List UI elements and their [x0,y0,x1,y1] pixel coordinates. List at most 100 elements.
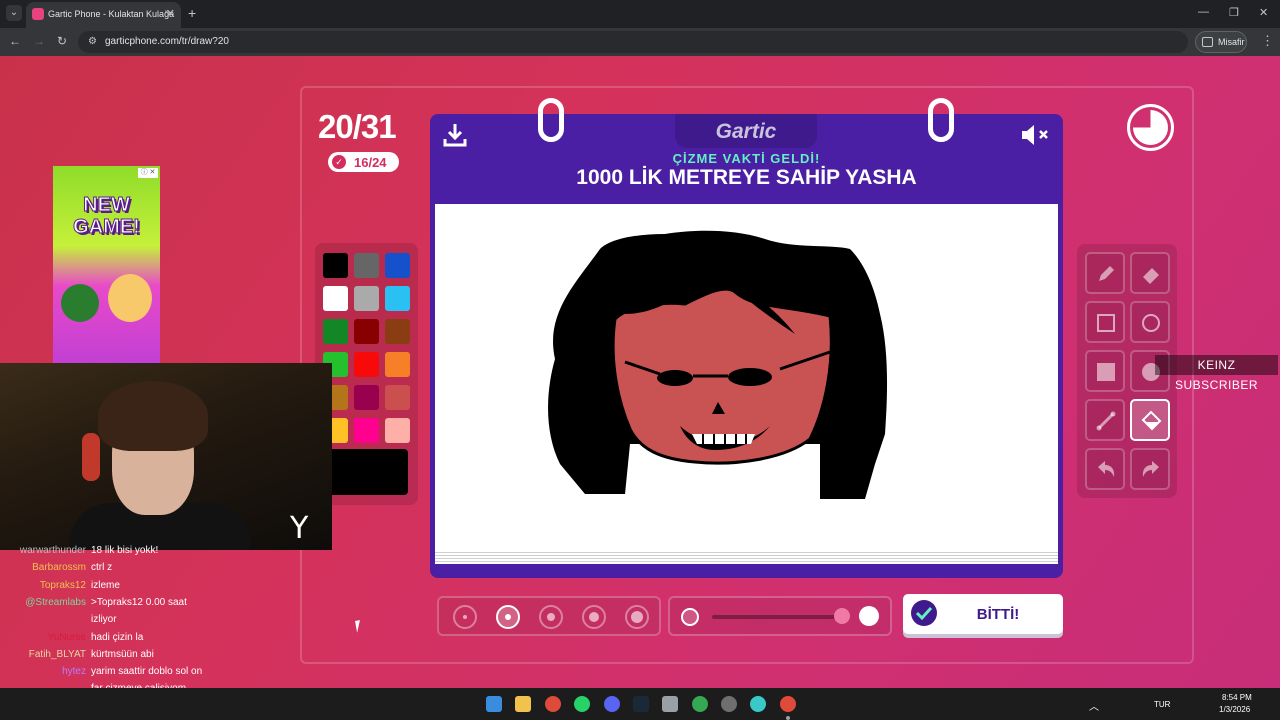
check-icon: ✓ [332,155,346,169]
color-swatch[interactable] [323,319,348,344]
menu-icon[interactable]: ⋮ [1261,33,1274,49]
line-icon[interactable] [1085,399,1125,441]
brush-size-option[interactable] [453,605,477,629]
chat-text: yarim saattir doblo sol on [91,666,203,678]
clock-date[interactable]: 1/3/2026 [1219,705,1250,714]
gartic-favicon [32,8,44,20]
chat-text: hadi çizin la [91,631,144,643]
mute-icon[interactable] [1020,124,1052,146]
eraser-icon[interactable] [1130,252,1170,294]
drawing-canvas[interactable] [435,204,1058,550]
players-done-count: 16/24 [354,155,387,170]
start-icon[interactable] [486,696,502,712]
headset-icon [82,433,100,481]
opacity-slider[interactable] [668,596,892,636]
steam-icon[interactable] [633,696,649,712]
chat-username: Topraks12 [39,579,86,591]
tray-chevron-icon[interactable]: ︿ [1089,698,1099,713]
mouse-cursor-icon [355,619,367,633]
pencil-icon[interactable] [1085,252,1125,294]
color-swatch[interactable] [354,385,379,410]
back-icon[interactable]: ← [9,34,21,48]
color-swatch[interactable] [385,418,410,443]
input-language[interactable]: TUR [1154,700,1170,709]
brush-size-option[interactable] [625,605,649,629]
obs-icon[interactable] [721,696,737,712]
address-bar[interactable]: ⚙ garticphone.com/tr/draw?20 [78,31,1188,53]
chat-username: Barbarossm [32,562,86,574]
ad-info-icon[interactable]: ⓘ ✕ [138,168,158,178]
chrome-icon[interactable] [545,696,561,712]
binder-ring-left [538,98,564,142]
chat-text: kürtmsüün abi [91,648,154,660]
subscriber-overlay: KEINZ SUBSCRIBER [1155,355,1278,392]
undo-icon[interactable] [1085,448,1125,490]
chat-username: Fatih_BLYAT [28,648,86,660]
chat-username: YuNurse [47,631,86,643]
windows-taskbar: ︿ TUR 8:54 PM 1/3/2026 [0,688,1280,720]
forward-icon[interactable]: → [33,34,45,48]
color-swatch[interactable] [323,253,348,278]
color-swatch[interactable] [323,286,348,311]
site-info-icon[interactable]: ⚙ [88,36,97,47]
color-swatch[interactable] [354,352,379,377]
browser-alt-icon[interactable] [750,696,766,712]
gartic-logo: Gartic [715,120,777,143]
chat-username: warwarthunder [19,545,86,556]
ad-headline: NEW GAME! [73,194,141,239]
chat-text: izleme [91,579,120,591]
opacity-thumb[interactable] [834,608,850,624]
chat-username: @Streamlabs [25,596,86,608]
binder-ring-right [928,98,954,142]
close-icon[interactable]: ✕ [166,7,175,20]
url-text[interactable]: garticphone.com/tr/draw?20 [105,36,229,47]
color-swatch[interactable] [385,352,410,377]
done-button[interactable]: BİTTİ! [903,594,1063,634]
color-swatch[interactable] [354,319,379,344]
chrome-active-icon[interactable] [780,696,796,712]
new-tab-button[interactable]: + [188,5,196,21]
advertisement[interactable]: ⓘ ✕ NEW GAME! [53,166,160,366]
color-swatch[interactable] [385,319,410,344]
chat-text: >Topraks12 0.00 saat [91,596,187,608]
logo-plate: Gartic [675,114,817,148]
color-swatch[interactable] [354,418,379,443]
discord-icon[interactable] [604,696,620,712]
chat-text: 18 lik bisi yokk! [91,545,159,556]
color-swatch[interactable] [385,286,410,311]
profile-button[interactable]: Misafir [1195,31,1247,53]
close-window-button[interactable]: ✕ [1259,6,1268,19]
cartoon-face-icon [108,274,152,322]
browser-tab-active[interactable]: Gartic Phone - Kulaktan Kulağa ✕ [26,2,181,28]
done-button-label: BİTTİ! [976,606,1020,623]
color-swatch[interactable] [354,253,379,278]
rect-outline-icon[interactable] [1085,301,1125,343]
tab-search-button[interactable]: ⌄ [6,5,22,21]
brush-size-option[interactable] [539,605,563,629]
reload-icon[interactable]: ↻ [57,34,67,48]
restore-button[interactable]: ❐ [1229,6,1239,19]
whatsapp-icon[interactable] [574,696,590,712]
color-swatch[interactable] [385,253,410,278]
browser-toolbar: ← → ↻ ⚙ garticphone.com/tr/draw?20 Misaf… [0,28,1280,56]
app-icon[interactable] [662,696,678,712]
redo-icon[interactable] [1130,448,1170,490]
minimize-button[interactable]: — [1198,6,1209,18]
color-swatch[interactable] [354,286,379,311]
brush-size-option[interactable] [496,605,520,629]
chat-text: ctrl z [91,562,113,574]
rect-fill-icon[interactable] [1085,350,1125,392]
bucket-icon[interactable] [1130,399,1170,441]
opacity-track[interactable] [712,615,842,619]
clock-time[interactable]: 8:54 PM [1222,693,1252,702]
brush-size-option[interactable] [582,605,606,629]
ellipse-outline-icon[interactable] [1130,301,1170,343]
file-explorer-icon[interactable] [515,696,531,712]
streamer-hair [98,381,208,451]
chrome-profile-icon[interactable] [692,696,708,712]
board-page-edges [435,550,1058,564]
color-swatch[interactable] [385,385,410,410]
download-icon[interactable] [442,122,468,148]
players-done-badge: ✓ 16/24 [328,152,399,172]
opacity-full-icon [859,606,879,626]
